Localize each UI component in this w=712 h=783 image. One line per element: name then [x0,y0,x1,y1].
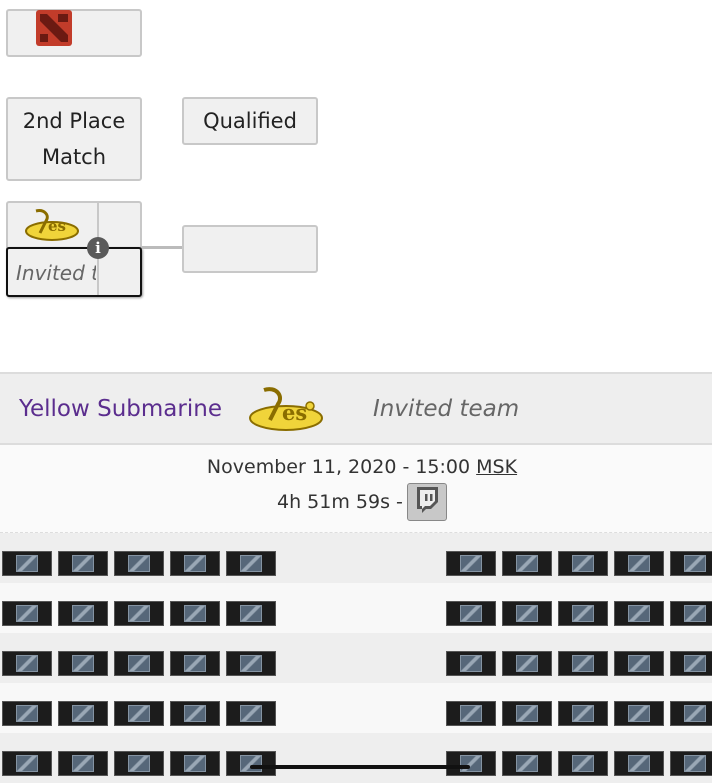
team1-hero-placeholder-icon [114,551,164,576]
team1-hero-placeholder-icon [114,601,164,626]
match-info: November 11, 2020 - 15:00 MSK 4h 51m 59s… [0,445,712,533]
countdown-timer: 4h 51m 59s - [277,491,403,513]
match-datetime: November 11, 2020 - 15:00 MSK [0,456,712,478]
team2-hero-placeholder-icon [446,601,496,626]
team1-hero-placeholder-icon [170,551,220,576]
team1-hero-placeholder-icon [114,751,164,776]
team1-hero-placeholder-icon [2,701,52,726]
team1-hero-placeholder-icon [2,651,52,676]
yellow-submarine-logo[interactable]: es [244,384,328,442]
team2-name: Invited team [373,396,520,422]
team2-hero-placeholder-icon [670,751,712,776]
team2-hero-placeholder-icon [558,551,608,576]
bracket-slot-bottom[interactable]: Invited team [6,247,142,297]
team1-hero-placeholder-icon [170,601,220,626]
team2-hero-placeholder-icon [670,551,712,576]
team2-hero-placeholder-icon [446,651,496,676]
team2-hero-placeholder-icon [502,601,552,626]
bracket-match[interactable]: es Invited team i [6,201,142,297]
team1-name-link[interactable]: Yellow Submarine [19,396,222,422]
round-header-line-2: Match [41,145,107,169]
team2-hero-placeholder-icon [446,551,496,576]
team2-hero-placeholder-icon [558,601,608,626]
team1-hero-placeholder-icon [58,551,108,576]
hero-pick-row [0,583,712,633]
team1-hero-placeholder-icon [114,651,164,676]
info-icon[interactable]: i [87,237,109,259]
team2-hero-placeholder-icon [670,601,712,626]
team2-hero-placeholder-icon [446,751,496,776]
hero-pick-row [0,683,712,733]
yellow-submarine-logo: es [22,207,84,247]
team2-hero-placeholder-icon [670,701,712,726]
team1-hero-placeholder-icon [58,701,108,726]
game-logo-box[interactable] [6,9,142,57]
hero-pick-row [0,733,712,783]
bracket-slot-top[interactable]: es [6,201,142,249]
team1-hero-placeholder-icon [2,601,52,626]
twitch-stream-button[interactable] [406,483,447,521]
team1-hero-placeholder-icon [226,551,276,576]
team1-hero-placeholder-icon [170,751,220,776]
team2-hero-placeholder-icon [502,701,552,726]
team2-hero-placeholder-icon [614,751,664,776]
match-date-text: November 11, 2020 - 15:00 [206,456,471,478]
team2-hero-placeholder-icon [614,651,664,676]
team1-hero-placeholder-icon [226,601,276,626]
twitch-icon [414,486,440,519]
team1-hero-placeholder-icon [226,751,276,776]
team1-hero-placeholder-icon [170,701,220,726]
team1-hero-placeholder-icon [2,551,52,576]
timezone-abbr[interactable]: MSK [476,456,517,478]
team2-hero-placeholder-icon [558,751,608,776]
svg-text:es: es [48,217,66,235]
team1-hero-placeholder-icon [226,701,276,726]
team2-hero-placeholder-icon [614,701,664,726]
hero-picks [0,533,712,783]
team2-hero-placeholder-icon [502,551,552,576]
bracket-slot-qualified[interactable] [182,225,318,273]
bracket-connector [142,246,184,249]
team2-hero-placeholder-icon [670,651,712,676]
team2-hero-placeholder-icon [502,651,552,676]
team1-hero-placeholder-icon [2,751,52,776]
dota2-logo-icon [36,9,72,57]
round-header-qualified: Qualified [182,97,318,145]
team1-hero-placeholder-icon [58,751,108,776]
team2-hero-placeholder-icon [558,701,608,726]
hero-pick-row [0,633,712,683]
team2-hero-placeholder-icon [614,601,664,626]
team2-hero-placeholder-icon [558,651,608,676]
team2-hero-placeholder-icon [502,751,552,776]
team2-hero-placeholder-icon [446,701,496,726]
team1-hero-placeholder-icon [58,651,108,676]
match-header: Yellow Submarine es Invited team [0,372,712,445]
scroll-indicator [250,765,470,769]
bracket-slot-team-name: Invited team [16,261,96,285]
team1-hero-placeholder-icon [226,651,276,676]
countdown-row: 4h 51m 59s - [277,483,447,521]
team1-hero-placeholder-icon [58,601,108,626]
team1-hero-placeholder-icon [114,701,164,726]
round-header-line-1: 2nd Place [22,109,126,133]
team1-hero-placeholder-icon [170,651,220,676]
team2-hero-placeholder-icon [614,551,664,576]
hero-pick-row [0,533,712,583]
svg-text:es: es [282,400,307,425]
round-header-2nd-place-match: 2nd Place Match [6,97,142,181]
